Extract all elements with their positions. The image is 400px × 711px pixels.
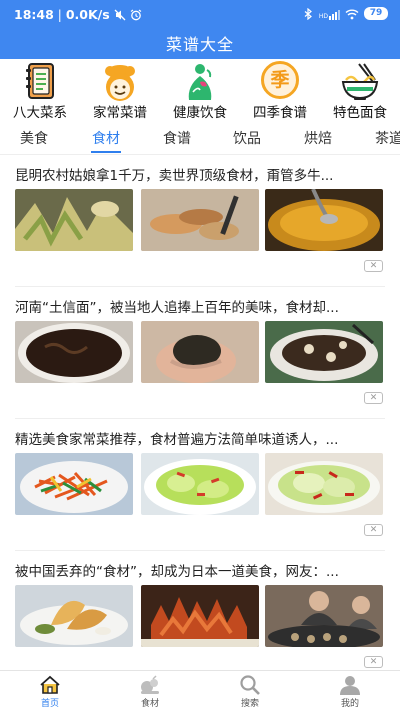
- article-card[interactable]: 昆明农村姑娘拿1千万，卖世界顶级食材，甭管多牛... ✕: [0, 155, 400, 287]
- category-label: 家常菜谱: [93, 105, 147, 121]
- search-icon: [240, 675, 260, 695]
- category-eight-cuisines[interactable]: 八大菜系: [0, 59, 80, 123]
- article-title[interactable]: 被中国丢弃的“食材”，却成为日本一道美食，网友：...: [15, 560, 387, 580]
- nav-search[interactable]: 搜索: [200, 671, 300, 711]
- app-header: 18:48 | 0.0K/s HD 79 菜谱大全: [0, 0, 400, 59]
- status-time: 18:48: [14, 7, 54, 22]
- article-image[interactable]: [265, 321, 383, 383]
- article-image[interactable]: [141, 321, 259, 383]
- nav-label: 食材: [140, 699, 159, 709]
- status-bar: 18:48 | 0.0K/s HD 79: [0, 0, 400, 30]
- article-image[interactable]: [265, 453, 383, 515]
- tab-baking[interactable]: 烘焙: [304, 128, 332, 148]
- tab-food[interactable]: 美食: [20, 128, 48, 148]
- article-image[interactable]: [141, 585, 259, 647]
- mute-icon: [114, 9, 126, 20]
- category-tabs: 美食 食材 食谱 饮品 烘焙 茶道: [0, 123, 400, 155]
- article-image[interactable]: [15, 189, 133, 251]
- close-icon[interactable]: ✕: [364, 260, 383, 272]
- article-card[interactable]: 被中国丢弃的“食材”，却成为日本一道美食，网友：... ✕: [0, 551, 400, 670]
- alarm-icon: [130, 9, 142, 20]
- category-label: 八大菜系: [13, 105, 67, 121]
- status-separator: |: [57, 7, 62, 22]
- active-tab-indicator: [91, 151, 121, 153]
- category-label: 特色面食: [333, 105, 387, 121]
- status-network-speed: 0.0K/s: [65, 7, 110, 22]
- signal-label: HD: [318, 12, 328, 20]
- article-title[interactable]: 昆明农村姑娘拿1千万，卖世界顶级食材，甭管多牛...: [15, 164, 387, 184]
- close-icon[interactable]: ✕: [364, 656, 383, 668]
- tab-ingredients[interactable]: 食材: [92, 128, 120, 148]
- nav-profile[interactable]: 我的: [300, 671, 400, 711]
- category-noodles[interactable]: 特色面食: [320, 59, 400, 123]
- article-image[interactable]: [141, 453, 259, 515]
- home-icon: [40, 675, 60, 694]
- article-image[interactable]: [15, 321, 133, 383]
- recipe-book-icon: [26, 63, 54, 99]
- article-image[interactable]: [141, 189, 259, 251]
- category-healthy-eating[interactable]: 健康饮食: [160, 59, 240, 123]
- profile-icon: [340, 676, 360, 695]
- bluetooth-icon: [304, 7, 312, 20]
- article-title[interactable]: 河南“土信面”，被当地人追捧上百年的美味，食材却...: [15, 296, 387, 316]
- article-image[interactable]: [15, 453, 133, 515]
- close-icon[interactable]: ✕: [364, 524, 383, 536]
- nav-label: 我的: [340, 699, 359, 709]
- bottom-navigation: 首页 食材 搜索 我的: [0, 670, 400, 711]
- article-feed: 昆明农村姑娘拿1千万，卖世界顶级食材，甭管多牛... ✕ 河南“土信面”，被当地…: [0, 155, 400, 670]
- app-title: 菜谱大全: [165, 35, 234, 54]
- tab-drinks[interactable]: 饮品: [233, 128, 261, 148]
- tab-recipes[interactable]: 食谱: [163, 128, 191, 148]
- nav-ingredients[interactable]: 食材: [100, 671, 200, 711]
- category-label: 四季食谱: [253, 105, 307, 121]
- tab-tea[interactable]: 茶道: [375, 128, 400, 148]
- category-label: 健康饮食: [173, 105, 227, 121]
- noodle-bowl-icon: [341, 63, 379, 100]
- category-four-seasons[interactable]: 季 四季食谱: [240, 59, 320, 123]
- ingredients-icon: [141, 675, 159, 694]
- close-icon[interactable]: ✕: [364, 392, 383, 404]
- article-card[interactable]: 河南“土信面”，被当地人追捧上百年的美味，食材却... ✕: [0, 287, 400, 419]
- wifi-icon: [345, 9, 359, 19]
- nav-home[interactable]: 首页: [0, 671, 100, 711]
- healthy-person-icon: [188, 64, 212, 100]
- signal-icon: HD: [319, 8, 340, 20]
- article-image[interactable]: [265, 585, 383, 647]
- article-card[interactable]: 精选美食家常菜推荐，食材普遍方法简单味道诱人，... ✕: [0, 419, 400, 551]
- battery-icon: 79: [364, 7, 388, 20]
- season-badge-text: 季: [270, 69, 290, 91]
- chef-face-icon: [105, 65, 135, 101]
- season-badge-icon: 季: [261, 61, 299, 99]
- article-image[interactable]: [15, 585, 133, 647]
- article-title[interactable]: 精选美食家常菜推荐，食材普遍方法简单味道诱人，...: [15, 428, 387, 448]
- article-image[interactable]: [265, 189, 383, 251]
- category-strip: 八大菜系 家常菜谱 健康饮食 季 四季食谱 特色面食: [0, 59, 400, 123]
- nav-label: 首页: [40, 699, 59, 709]
- category-home-cooking[interactable]: 家常菜谱: [80, 59, 160, 123]
- nav-label: 搜索: [240, 699, 259, 709]
